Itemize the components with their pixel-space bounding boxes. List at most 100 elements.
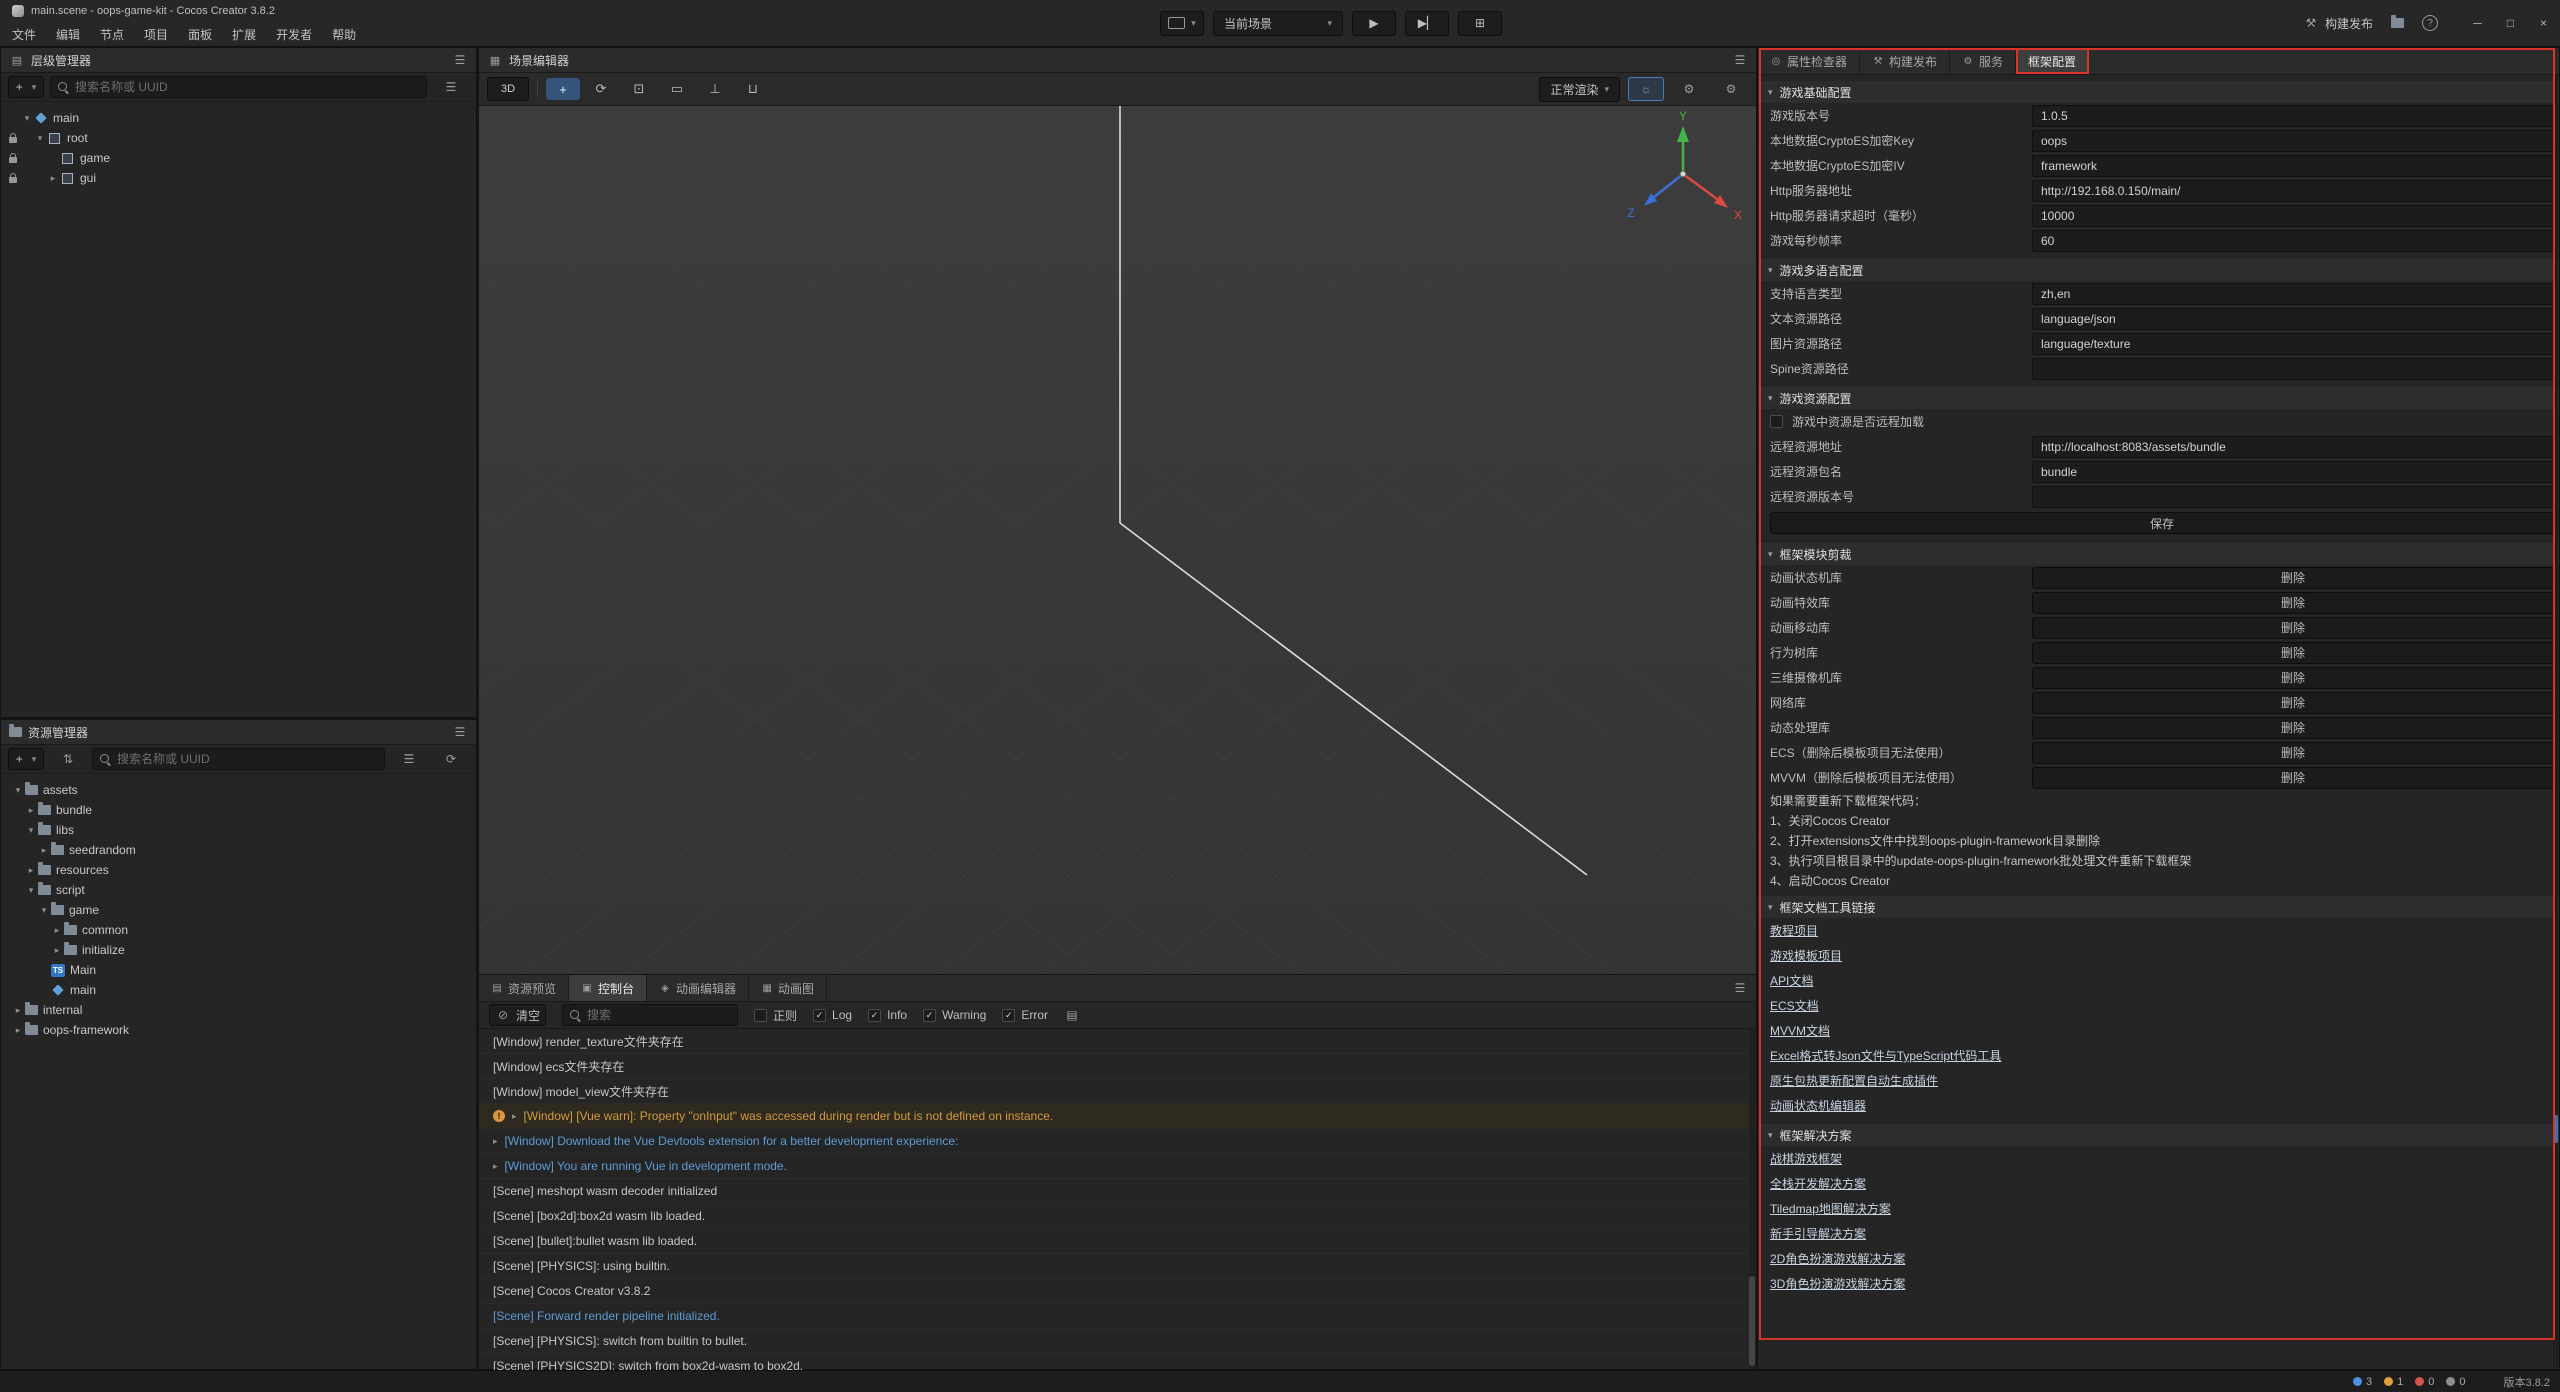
link-Tiledmap地图解决方案[interactable]: Tiledmap地图解决方案 [1770,1200,1891,1217]
hierarchy-options-button[interactable]: ☰ [433,76,469,98]
link-MVVM文档[interactable]: MVVM文档 [1770,1022,1830,1039]
panel-menu-icon[interactable]: ☰ [452,724,468,740]
delete-button-动画特效库[interactable]: 删除 [2032,592,2554,614]
scene-viewport[interactable]: Y X Z [479,106,1756,976]
menu-item-8[interactable]: 帮助 [322,22,366,46]
filter-Info[interactable]: ✓Info [868,1008,907,1022]
anchor-tool[interactable]: ⊥ [698,78,732,100]
3d-mode-toggle[interactable]: 3D [487,77,529,101]
link-动画状态机编辑器[interactable]: 动画状态机编辑器 [1770,1097,1866,1114]
console-log-row[interactable]: ▸[Window] You are running Vue in develop… [479,1154,1756,1179]
menu-item-2[interactable]: 编辑 [46,22,90,46]
tree-node-oops-framework[interactable]: ▸oops-framework [1,1020,476,1040]
checkbox-游戏中资源是否远程加载[interactable] [1770,415,1783,428]
console-log-row[interactable]: ▸[Window] Download the Vue Devtools exte… [479,1129,1756,1154]
open-folder-icon[interactable] [2391,18,2404,28]
input-Http服务器请求超时（毫秒）[interactable]: 10000 [2032,205,2554,227]
play-button[interactable]: ▶ [1352,11,1396,36]
delete-button-ECS（删除后模板项目无法使用）[interactable]: 删除 [2032,742,2554,764]
warning-count-badge[interactable]: 1 [2384,1376,2403,1388]
chevron-right-icon[interactable]: ▸ [11,1005,25,1016]
assets-search-input[interactable] [117,752,384,766]
delete-button-动态处理库[interactable]: 删除 [2032,717,2554,739]
tab-动画编辑器[interactable]: ◈动画编辑器 [647,975,749,1001]
chevron-right-icon[interactable]: ▸ [50,945,64,956]
checkbox-Log[interactable]: ✓ [813,1009,826,1022]
tab-资源预览[interactable]: ▤资源预览 [479,975,569,1001]
chevron-down-icon[interactable]: ▾ [33,133,47,144]
delete-button-网络库[interactable]: 删除 [2032,692,2554,714]
y-axis-label[interactable]: Y [1679,109,1687,123]
input-游戏版本号[interactable]: 1.0.5 [2032,105,2554,127]
filter-Warning[interactable]: ✓Warning [923,1008,986,1022]
hierarchy-search-input[interactable] [75,80,426,94]
input-支持语言类型[interactable]: zh,en [2032,283,2554,305]
delete-button-MVVM（删除后模板项目无法使用）[interactable]: 删除 [2032,767,2554,789]
lock-icon[interactable] [9,157,17,163]
tree-node-script[interactable]: ▾script [1,880,476,900]
menu-item-4[interactable]: 项目 [134,22,178,46]
tree-node-gui[interactable]: ▸gui [1,168,476,188]
tree-node-assets[interactable]: ▾assets [1,780,476,800]
tree-node-game[interactable]: game [1,148,476,168]
tab-动画图[interactable]: ▦动画图 [749,975,827,1001]
checkbox-Info[interactable]: ✓ [868,1009,881,1022]
tree-node-Main[interactable]: TSMain [1,960,476,980]
console-log-row[interactable]: [Window] model_view文件夹存在 [479,1079,1756,1104]
menu-item-7[interactable]: 开发者 [266,22,322,46]
link-2D角色扮演游戏解决方案[interactable]: 2D角色扮演游戏解决方案 [1770,1250,1905,1267]
console-log-row[interactable]: [Scene] [bullet]:bullet wasm lib loaded. [479,1229,1756,1254]
section-游戏基础配置[interactable]: ▾游戏基础配置 [1758,81,2559,103]
input-Http服务器地址[interactable]: http://192.168.0.150/main/ [2032,180,2554,202]
console-log-row[interactable]: [Window] ecs文件夹存在 [479,1054,1756,1079]
refresh-assets-button[interactable]: ⟳ [433,748,469,770]
expand-arrow-icon[interactable]: ▸ [512,1111,517,1122]
chevron-right-icon[interactable]: ▸ [46,173,60,184]
input-远程资源版本号[interactable] [2032,486,2554,508]
tree-node-bundle[interactable]: ▸bundle [1,800,476,820]
chevron-right-icon[interactable]: ▸ [50,925,64,936]
delete-button-行为树库[interactable]: 删除 [2032,642,2554,664]
link-游戏模板项目[interactable]: 游戏模板项目 [1770,947,1842,964]
clear-console-button[interactable]: ⊘ 清空 [489,1004,546,1026]
expand-arrow-icon[interactable]: ▸ [493,1136,498,1147]
console-log-row[interactable]: [Scene] meshopt wasm decoder initialized [479,1179,1756,1204]
tree-node-main[interactable]: ▾main [1,108,476,128]
create-asset-button[interactable]: +▾ [8,748,44,770]
input-远程资源包名[interactable]: bundle [2032,461,2554,483]
link-Excel格式转Json文件与TypeScript代码工具[interactable]: Excel格式转Json文件与TypeScript代码工具 [1770,1047,2001,1064]
chevron-down-icon[interactable]: ▾ [37,905,51,916]
panel-menu-icon[interactable]: ☰ [1732,52,1748,68]
create-node-button[interactable]: +▾ [8,76,44,98]
tab-构建发布[interactable]: ⚒构建发布 [1860,48,1950,74]
tab-框架配置[interactable]: 框架配置 [2016,48,2089,74]
delete-button-动画移动库[interactable]: 删除 [2032,617,2554,639]
checkbox-Error[interactable]: ✓ [1002,1009,1015,1022]
panel-menu-icon[interactable]: ☰ [452,52,468,68]
console-log-row[interactable]: [Scene] [box2d]:box2d wasm lib loaded. [479,1204,1756,1229]
console-scrollbar[interactable] [1749,1029,1755,1368]
input-图片资源路径[interactable]: language/texture [2032,333,2554,355]
link-ECS文档[interactable]: ECS文档 [1770,997,1819,1014]
filter-Log[interactable]: ✓Log [813,1008,852,1022]
tree-node-root[interactable]: ▾root [1,128,476,148]
layout-button[interactable]: ⊞ [1458,11,1502,36]
link-教程项目[interactable]: 教程项目 [1770,922,1818,939]
console-log-row[interactable]: [Scene] [PHYSICS]: using builtin. [479,1254,1756,1279]
tree-node-game[interactable]: ▾game [1,900,476,920]
panel-menu-icon[interactable]: ☰ [1732,980,1748,996]
chevron-right-icon[interactable]: ▸ [11,1025,25,1036]
tree-node-internal[interactable]: ▸internal [1,1000,476,1020]
tree-node-initialize[interactable]: ▸initialize [1,940,476,960]
menu-item-3[interactable]: 节点 [90,22,134,46]
section-框架解决方案[interactable]: ▾框架解决方案 [1758,1124,2559,1146]
chevron-down-icon[interactable]: ▾ [24,825,38,836]
input-本地数据CryptoES加密IV[interactable]: framework [2032,155,2554,177]
lock-icon[interactable] [9,177,17,183]
z-axis-label[interactable]: Z [1627,206,1634,220]
regex-toggle[interactable]: 正则 [754,1007,797,1024]
close-button[interactable]: × [2527,0,2560,46]
menu-item-5[interactable]: 面板 [178,22,222,46]
error-count-badge[interactable]: 0 [2415,1376,2434,1388]
section-框架模块剪裁[interactable]: ▾框架模块剪裁 [1758,543,2559,565]
